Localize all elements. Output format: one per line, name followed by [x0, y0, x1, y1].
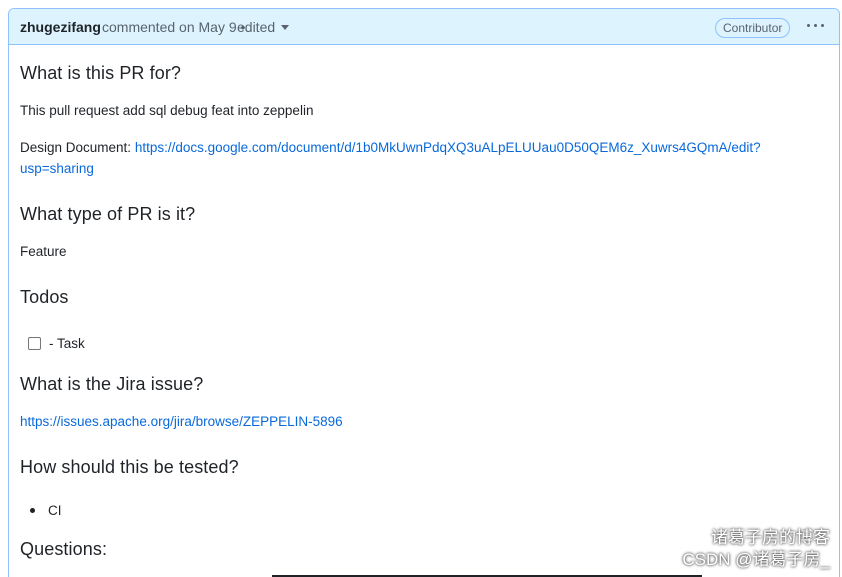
wechat-logo-icon	[675, 528, 702, 547]
edited-label: edited	[237, 19, 276, 35]
tested-item-text: CI	[48, 503, 62, 518]
author-link[interactable]: zhugezifang	[20, 19, 101, 35]
task-list-item: - Task	[28, 336, 85, 351]
watermark-blog-name: 诸葛子房的博客	[711, 528, 830, 547]
jira-issue-link[interactable]: https://issues.apache.org/jira/browse/ZE…	[20, 414, 343, 429]
comment-body: What is this PR for? This pull request a…	[20, 45, 829, 577]
pr-type-text: Feature	[20, 244, 67, 259]
heading-pr-type: What type of PR is it?	[20, 204, 196, 224]
edited-history-dropdown[interactable]: edited	[237, 19, 290, 35]
design-document-paragraph: Design Document: https://docs.google.com…	[20, 137, 761, 179]
pr-for-text: This pull request add sql debug feat int…	[20, 103, 314, 118]
comment-date-link[interactable]: May 9	[199, 19, 237, 35]
heading-jira: What is the Jira issue?	[20, 374, 204, 394]
comment-timestamp: commented on May 9 •	[102, 19, 245, 35]
task-checkbox[interactable]	[28, 337, 41, 350]
task-label: - Task	[49, 336, 85, 351]
heading-questions: Questions:	[20, 539, 108, 559]
watermark-csdn-handle: CSDN @诸葛子房_	[682, 550, 830, 569]
csdn-watermark: 诸葛子房的博客 CSDN @诸葛子房_	[675, 527, 830, 571]
bullet-icon	[30, 508, 35, 513]
more-options-icon[interactable]	[805, 15, 827, 37]
pr-description-comment: zhugezifang commented on May 9 • edited …	[8, 8, 840, 577]
chevron-down-icon	[281, 25, 290, 30]
page: zhugezifang commented on May 9 • edited …	[0, 0, 842, 577]
design-link-line1: https://docs.google.com/document/d/1b0Mk…	[134, 140, 761, 155]
commented-prefix: commented on	[102, 19, 195, 35]
contributor-badge: Contributor	[715, 18, 791, 38]
design-document-link[interactable]: https://docs.google.com/document/d/1b0Mk…	[20, 140, 761, 176]
heading-todos: Todos	[20, 287, 69, 307]
jira-paragraph: https://issues.apache.org/jira/browse/ZE…	[20, 411, 343, 432]
list-item: CI	[30, 503, 62, 518]
design-link-line2: usp=sharing	[20, 161, 94, 176]
design-document-label: Design Document:	[20, 140, 132, 155]
heading-tested: How should this be tested?	[20, 457, 239, 477]
comment-header: zhugezifang commented on May 9 • edited …	[9, 9, 839, 45]
heading-pr-for: What is this PR for?	[20, 63, 182, 83]
